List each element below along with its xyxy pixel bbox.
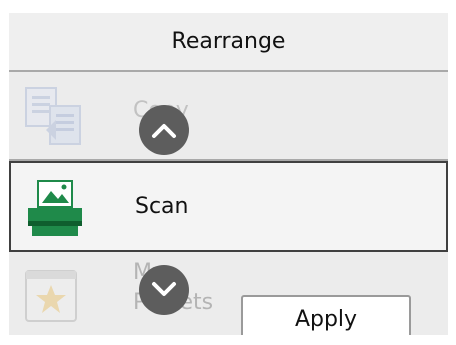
- scan-icon: [24, 179, 88, 243]
- menu-item-label-scan: Scan: [135, 194, 189, 219]
- chevron-down-icon: [152, 282, 176, 296]
- page-title: Rearrange: [171, 29, 286, 54]
- menu-item-copy[interactable]: Copy: [9, 72, 448, 161]
- presets-star-icon: [22, 269, 82, 329]
- apply-button-label: Apply: [294, 306, 358, 332]
- copy-icon: [22, 86, 86, 154]
- scroll-up-button[interactable]: [139, 105, 189, 155]
- chevron-up-icon: [152, 124, 176, 138]
- menu-item-scan[interactable]: Scan: [9, 161, 448, 252]
- scroll-down-button[interactable]: [139, 265, 189, 315]
- screen-header: Rearrange: [9, 13, 448, 72]
- apply-button[interactable]: Apply: [241, 295, 411, 335]
- rearrange-screen: Rearrange Copy: [9, 13, 448, 335]
